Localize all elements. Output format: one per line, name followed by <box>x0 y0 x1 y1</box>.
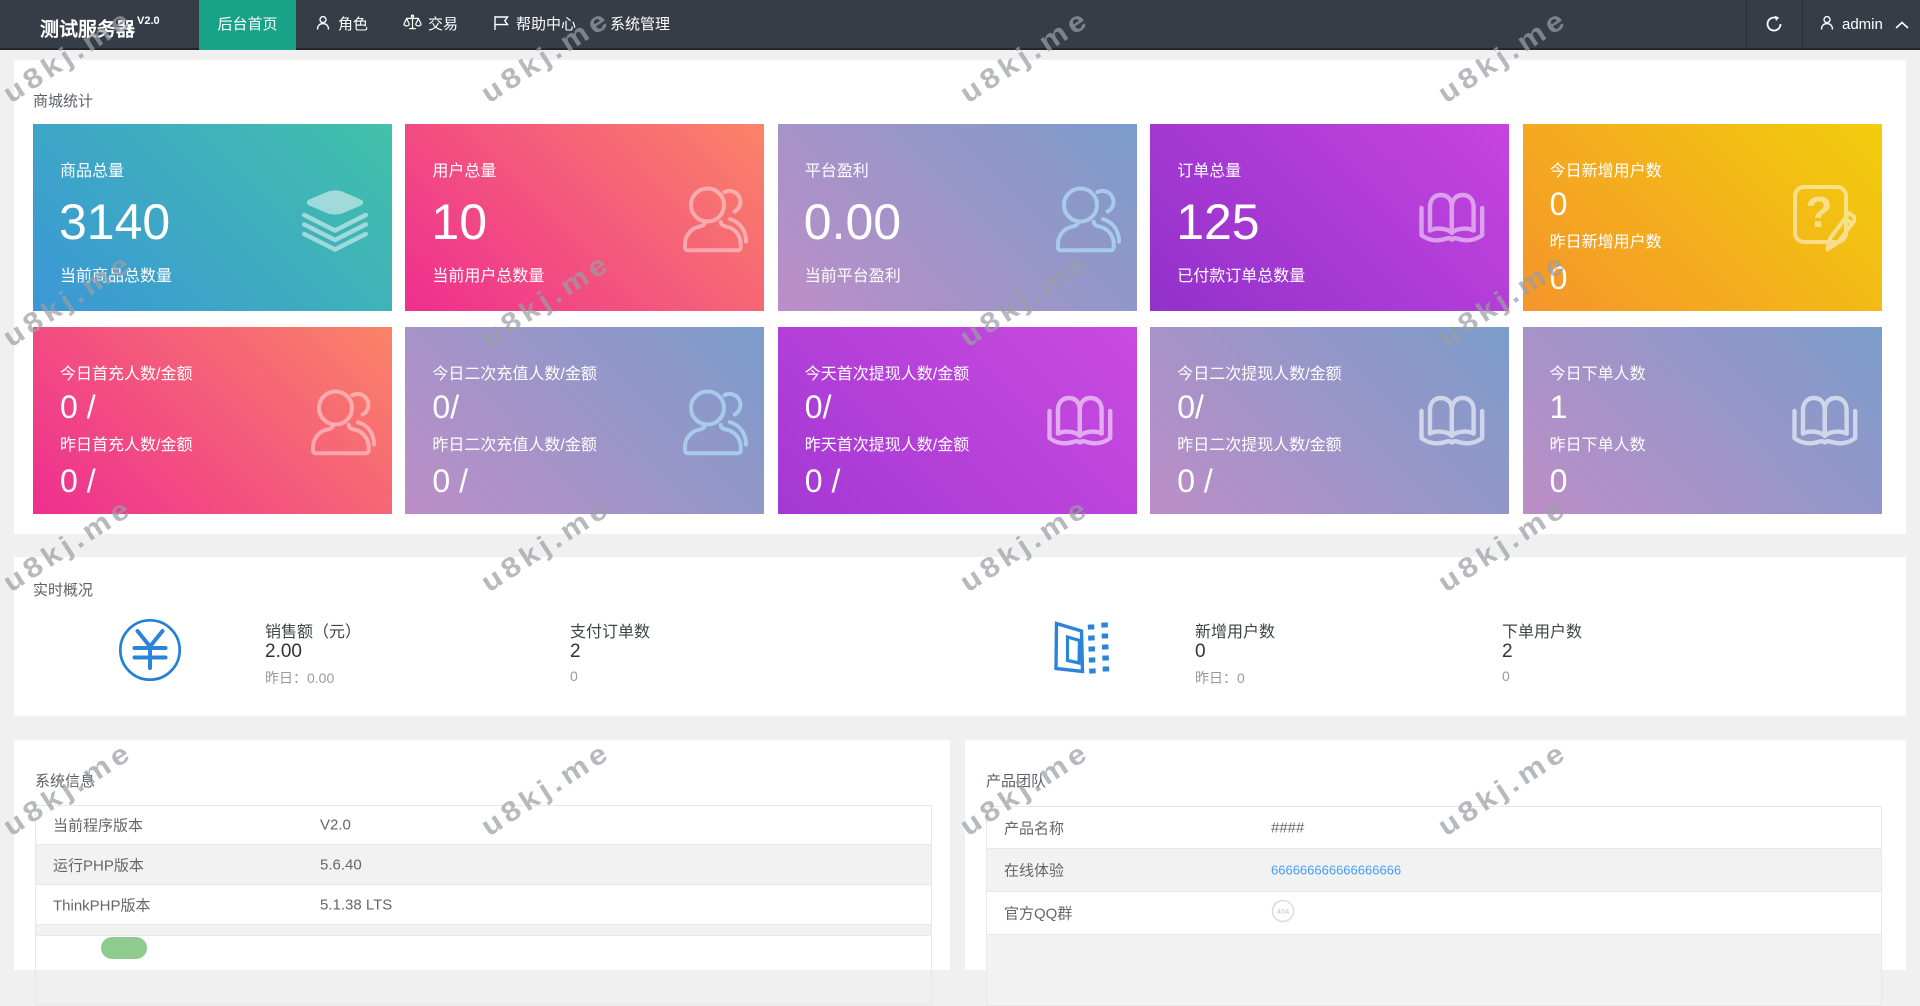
svg-text:404: 404 <box>1277 907 1290 916</box>
svg-text:?: ? <box>1805 188 1832 237</box>
